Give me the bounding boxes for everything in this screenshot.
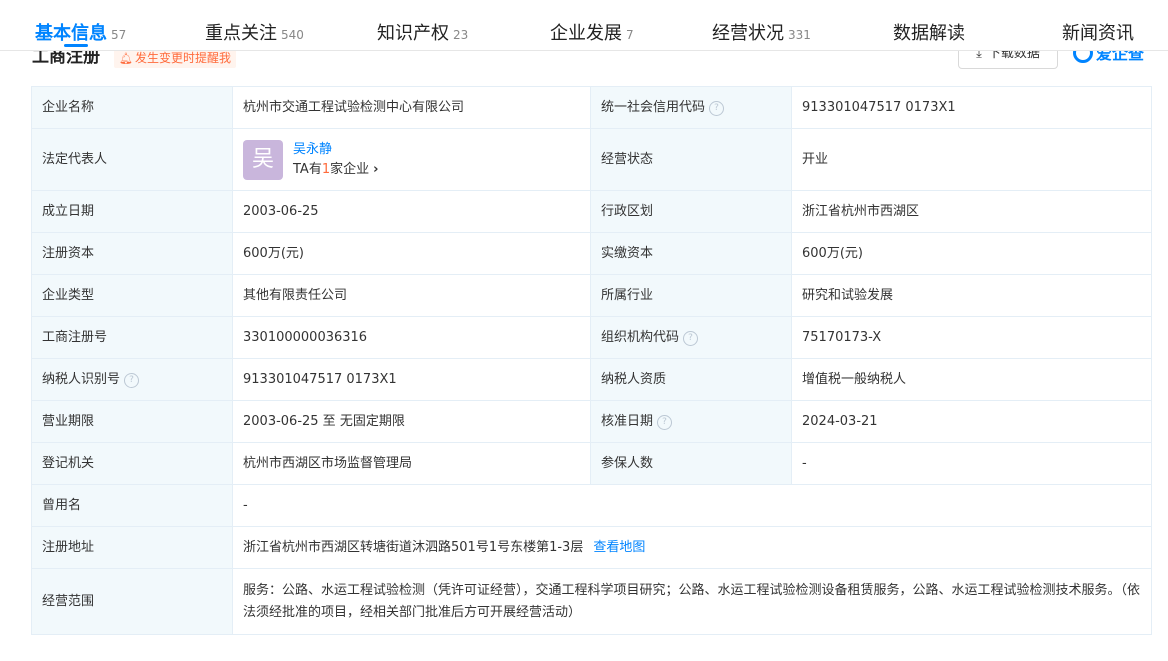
table-row: 经营范围 服务：公路、水运工程试验检测（凭许可证经营），交通工程科学项目研究；公… [31,568,1152,635]
table-row: 企业类型 其他有限责任公司 所属行业 研究和试验发展 [31,274,1152,317]
help-icon[interactable]: ? [683,330,699,346]
table-row: 曾用名 - [31,484,1152,527]
tab-development[interactable]: 企业发展 7 [550,19,634,45]
status-value: 开业 [791,128,1152,191]
table-row: 法定代表人 吴 吴永静 TA有1家企业 › 经营状态 开业 [31,128,1152,191]
change-alert-button[interactable]: 🔔︎ 发生变更时提醒我 [114,48,236,68]
table-row: 注册资本 600万(元) 实缴资本 600万(元) [31,232,1152,275]
tab-label: 重点关注 [205,23,277,44]
org-code-value: 75170173-X [791,316,1152,359]
help-icon[interactable]: ? [657,414,673,430]
tab-basic-info[interactable]: 基本信息 57 [35,19,126,45]
tab-count: 57 [111,28,127,42]
tab-count: 23 [453,28,469,42]
tab-label: 新闻资讯 [1062,23,1134,44]
approval-date-value: 2024-03-21 [791,400,1152,443]
field-label: 营业期限 [31,400,233,443]
active-tab-indicator [64,44,88,47]
top-tab-bar: 基本信息 57 重点关注 540 知识产权 23 企业发展 7 经营状况 331 数据解读… [0,0,1168,51]
address-cell: 浙江省杭州市西湖区转塘街道沐泗路501号1号东楼第1-3层 查看地图 [232,526,1152,569]
tab-operations[interactable]: 经营状况 331 [712,19,811,45]
address-value: 浙江省杭州市西湖区转塘街道沐泗路501号1号东楼第1-3层 [243,539,584,555]
table-row: 纳税人识别号? 913301047517 0173X1 纳税人资质 增值税一般纳… [31,358,1152,401]
field-label: 核准日期? [590,400,792,443]
tab-count: 331 [788,28,811,42]
legal-rep-link[interactable]: 吴永静 [293,140,378,160]
former-name-value: - [232,484,1152,527]
taxpayer-id-value: 913301047517 0173X1 [232,358,591,401]
field-label: 登记机关 [31,442,233,485]
industry-value: 研究和试验发展 [791,274,1152,317]
field-label: 实缴资本 [590,232,792,275]
related-suffix: 家企业 [330,161,370,177]
field-label: 纳税人资质 [590,358,792,401]
field-label: 经营范围 [31,568,233,635]
related-count: 1 [321,161,331,177]
avatar[interactable]: 吴 [243,139,283,180]
business-term-value: 2003-06-25 至 无固定期限 [232,400,591,443]
field-label: 曾用名 [31,484,233,527]
taxpayer-qual-value: 增值税一般纳税人 [791,358,1152,401]
tab-label: 数据解读 [893,23,965,44]
legal-rep-cell: 吴 吴永静 TA有1家企业 › [232,128,591,191]
field-label: 所属行业 [590,274,792,317]
tab-label: 知识产权 [377,23,449,44]
table-row: 注册地址 浙江省杭州市西湖区转塘街道沐泗路501号1号东楼第1-3层 查看地图 [31,526,1152,569]
registration-table: 企业名称 杭州市交通工程试验检测中心有限公司 统一社会信用代码? 9133010… [31,86,1152,635]
field-label: 企业类型 [31,274,233,317]
field-label: 组织机构代码? [590,316,792,359]
field-label: 成立日期 [31,190,233,233]
org-code-label: 组织机构代码 [601,329,680,345]
field-label: 企业名称 [31,86,233,129]
credit-code-value: 913301047517 0173X1 [791,86,1152,129]
field-label: 统一社会信用代码? [590,86,792,129]
help-icon[interactable]: ? [124,372,140,388]
field-label: 参保人数 [590,442,792,485]
bell-icon: 🔔︎ [119,52,133,65]
chevron-right-icon: › [373,161,379,177]
field-label: 行政区划 [590,190,792,233]
help-icon[interactable]: ? [709,100,725,116]
related-companies-link[interactable]: TA有1家企业 › [293,160,378,180]
tab-data-insights[interactable]: 数据解读 [893,19,965,45]
table-row: 登记机关 杭州市西湖区市场监督管理局 参保人数 - [31,442,1152,485]
region-value: 浙江省杭州市西湖区 [791,190,1152,233]
table-row: 营业期限 2003-06-25 至 无固定期限 核准日期? 2024-03-21 [31,400,1152,443]
tab-count: 7 [626,28,634,42]
reg-number-value: 330100000036316 [232,316,591,359]
approval-date-label: 核准日期 [601,413,654,429]
table-row: 工商注册号 330100000036316 组织机构代码? 75170173-X [31,316,1152,359]
table-row: 成立日期 2003-06-25 行政区划 浙江省杭州市西湖区 [31,190,1152,233]
authority-value: 杭州市西湖区市场监督管理局 [232,442,591,485]
tab-news[interactable]: 新闻资讯 [1062,19,1134,45]
field-label: 工商注册号 [31,316,233,359]
tab-key-focus[interactable]: 重点关注 540 [205,19,304,45]
view-map-link[interactable]: 查看地图 [593,540,645,555]
company-name-value: 杭州市交通工程试验检测中心有限公司 [232,86,591,129]
tab-intellectual-property[interactable]: 知识产权 23 [377,19,468,45]
tab-count: 540 [281,28,304,42]
credit-code-label: 统一社会信用代码 [601,99,706,115]
insured-value: - [791,442,1152,485]
field-label: 注册资本 [31,232,233,275]
paid-capital-value: 600万(元) [791,232,1152,275]
field-label: 法定代表人 [31,128,233,191]
company-type-value: 其他有限责任公司 [232,274,591,317]
taxpayer-id-label: 纳税人识别号 [42,371,121,387]
field-label: 经营状态 [590,128,792,191]
tab-label: 基本信息 [35,23,107,44]
reg-capital-value: 600万(元) [232,232,591,275]
alert-label: 发生变更时提醒我 [134,51,231,65]
related-prefix: TA有 [293,161,322,177]
tab-label: 经营状况 [712,23,784,44]
tab-label: 企业发展 [550,23,622,44]
scope-value: 服务：公路、水运工程试验检测（凭许可证经营），交通工程科学项目研究；公路、水运工… [232,568,1152,635]
table-row: 企业名称 杭州市交通工程试验检测中心有限公司 统一社会信用代码? 9133010… [31,86,1152,129]
established-value: 2003-06-25 [232,190,591,233]
field-label: 纳税人识别号? [31,358,233,401]
field-label: 注册地址 [31,526,233,569]
